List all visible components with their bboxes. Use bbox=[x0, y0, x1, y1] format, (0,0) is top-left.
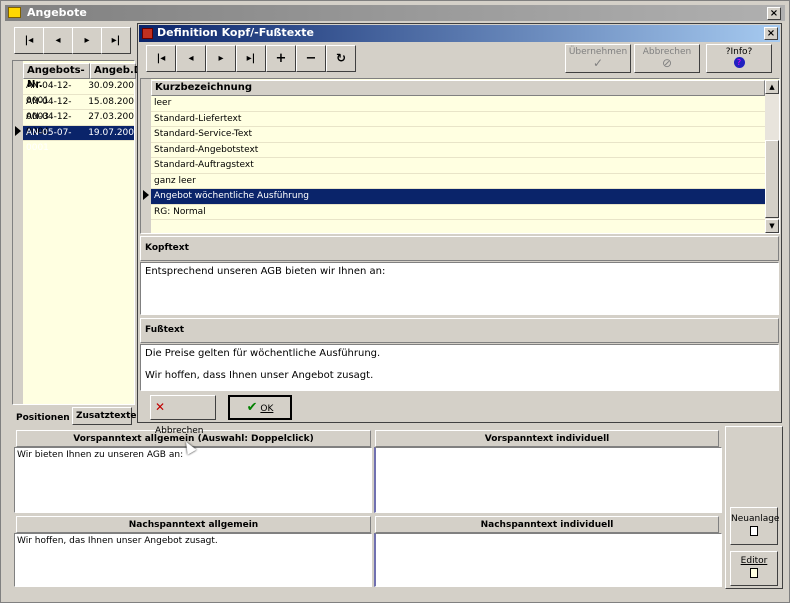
info-button[interactable]: ?Info? ? bbox=[706, 44, 772, 73]
fusstext-memo[interactable]: Die Preise gelten für wöchentliche Ausfü… bbox=[140, 344, 779, 391]
grid-header-nr[interactable]: Angebots-Nr. bbox=[23, 63, 90, 90]
list-item[interactable]: Standard-Service-Text bbox=[151, 127, 765, 143]
vorspann-allgemein-memo[interactable]: Wir bieten Ihnen zu unseren AGB an: bbox=[14, 447, 372, 513]
prev-record-button[interactable]: ◂ bbox=[43, 27, 73, 54]
info-label: ?Info? bbox=[725, 47, 753, 57]
cancel-circle-icon: ⊘ bbox=[661, 56, 673, 70]
scroll-up-icon[interactable]: ▲ bbox=[765, 80, 779, 94]
scroll-thumb[interactable] bbox=[765, 140, 779, 218]
dialog-remove-button[interactable]: − bbox=[296, 45, 326, 72]
dialog-prev-button[interactable]: ◂ bbox=[176, 45, 206, 72]
fusstext-label: Fußtext bbox=[140, 318, 779, 343]
first-record-button[interactable]: |◂ bbox=[14, 27, 44, 54]
abbrechen-top-button[interactable]: Abbrechen ⊘ bbox=[634, 44, 700, 73]
editor-label: Editor bbox=[740, 556, 768, 566]
vorspann-individuell-header: Vorspanntext individuell bbox=[375, 430, 719, 447]
table-row[interactable]: AN-04-12-0003 15.08.200 bbox=[23, 95, 134, 122]
fusstext-line-1: Die Preise gelten für wöchentliche Ausfü… bbox=[145, 348, 381, 359]
list-item[interactable]: leer bbox=[151, 96, 765, 112]
last-record-button[interactable]: ▸| bbox=[101, 27, 131, 54]
list-body: leer Standard-Liefertext Standard-Servic… bbox=[151, 96, 765, 220]
dialog-close-button[interactable]: × bbox=[764, 27, 778, 40]
abbrechen-button[interactable]: ✕ Abbrechen bbox=[150, 395, 216, 436]
table-row[interactable]: AN-05-07-0001 19.07.200 bbox=[23, 125, 134, 153]
uebernehmen-button[interactable]: Übernehmen ✓ bbox=[565, 44, 631, 73]
grid-rows: AN-04-12-0001 30.09.200 AN-04-12-0003 15.0… bbox=[23, 79, 134, 153]
dialog-app-icon bbox=[142, 28, 153, 39]
tab-positionen[interactable]: Positionen bbox=[16, 410, 70, 426]
list-header[interactable]: Kurzbezeichnung bbox=[151, 80, 765, 96]
list-item[interactable]: RG: Normal bbox=[151, 205, 765, 220]
outer-titlebar: Angebote bbox=[5, 5, 785, 21]
dialog-refresh-button[interactable]: ↻ bbox=[326, 45, 356, 72]
outer-close-button[interactable]: × bbox=[767, 7, 781, 20]
fusstext-line-2: Wir hoffen, dass Ihnen unser Angebot zus… bbox=[145, 370, 374, 381]
nachspann-allgemein-memo[interactable]: Wir hoffen, das Ihnen unser Angebot zusa… bbox=[14, 533, 372, 587]
vorspann-individuell-memo[interactable] bbox=[374, 447, 722, 513]
help-icon: ? bbox=[733, 57, 745, 68]
nachspann-allgemein-header: Nachspanntext allgemein bbox=[16, 516, 371, 533]
table-row[interactable]: AN-04-12-0001 30.09.200 bbox=[23, 79, 134, 106]
dialog-add-button[interactable]: + bbox=[266, 45, 296, 72]
cancel-x-icon: ✕ bbox=[155, 400, 166, 414]
tab-zusatztexte[interactable]: Zusatztexte bbox=[72, 407, 137, 425]
kopftext-memo[interactable]: Entsprechend unseren AGB bieten wir Ihne… bbox=[140, 262, 779, 315]
ok-label: OK bbox=[260, 404, 274, 414]
bottom-panels: Vorspanntext allgemein (Auswahl: Doppelc… bbox=[12, 426, 724, 589]
dialog-title: Definition Kopf/-Fußtexte bbox=[157, 26, 314, 39]
app-icon bbox=[8, 7, 21, 18]
abbrechen-label: Abbrechen bbox=[155, 426, 204, 436]
dialog-next-button[interactable]: ▸ bbox=[206, 45, 236, 72]
checkmark-icon: ✓ bbox=[592, 56, 604, 70]
list-item-selected[interactable]: Angebot wöchentliche Ausführung bbox=[151, 189, 765, 205]
next-record-button[interactable]: ▸ bbox=[72, 27, 102, 54]
neuanlage-label: Neuanlage bbox=[731, 514, 780, 524]
table-row[interactable]: AN-04-12-0004 27.03.200 bbox=[23, 110, 134, 137]
nachspann-individuell-memo[interactable] bbox=[374, 533, 722, 587]
list-item[interactable]: Standard-Liefertext bbox=[151, 112, 765, 127]
dialog-titlebar: Definition Kopf/-Fußtexte bbox=[139, 25, 780, 42]
row-pointer-icon bbox=[15, 126, 21, 136]
nachspann-individuell-header: Nachspanntext individuell bbox=[375, 516, 719, 533]
outer-title: Angebote bbox=[27, 6, 87, 19]
list-scrollbar[interactable]: ▲ ▼ bbox=[765, 80, 779, 233]
list-pointer-icon bbox=[143, 190, 149, 200]
ok-button[interactable]: ✔ OK bbox=[228, 395, 292, 420]
kopftext-label: Kopftext bbox=[140, 236, 779, 261]
list-item[interactable]: Standard-Angebotstext bbox=[151, 143, 765, 158]
editor-button[interactable]: Editor bbox=[730, 551, 778, 586]
grid-header-datum[interactable]: Angeb.Dat bbox=[90, 63, 154, 79]
new-document-icon bbox=[750, 526, 758, 536]
dialog-last-button[interactable]: ▸| bbox=[236, 45, 266, 72]
dialog-first-button[interactable]: |◂ bbox=[146, 45, 176, 72]
list-item[interactable]: ganz leer bbox=[151, 174, 765, 189]
document-icon bbox=[750, 568, 758, 578]
ok-check-icon: ✔ bbox=[246, 400, 258, 415]
angebote-grid: Angebots-Nr. Angeb.Dat AN-04-12-0001 30.0… bbox=[12, 60, 154, 405]
neuanlage-button[interactable]: Neuanlage bbox=[730, 507, 780, 545]
definition-dialog: Definition Kopf/-Fußtexte × |◂ ◂ ▸ ▸| + … bbox=[137, 23, 782, 436]
kurzbezeichnung-list: Kurzbezeichnung leer Standard-Liefertext… bbox=[140, 78, 780, 234]
list-item[interactable]: Standard-Auftragstext bbox=[151, 158, 765, 174]
scroll-down-icon[interactable]: ▼ bbox=[765, 219, 779, 233]
